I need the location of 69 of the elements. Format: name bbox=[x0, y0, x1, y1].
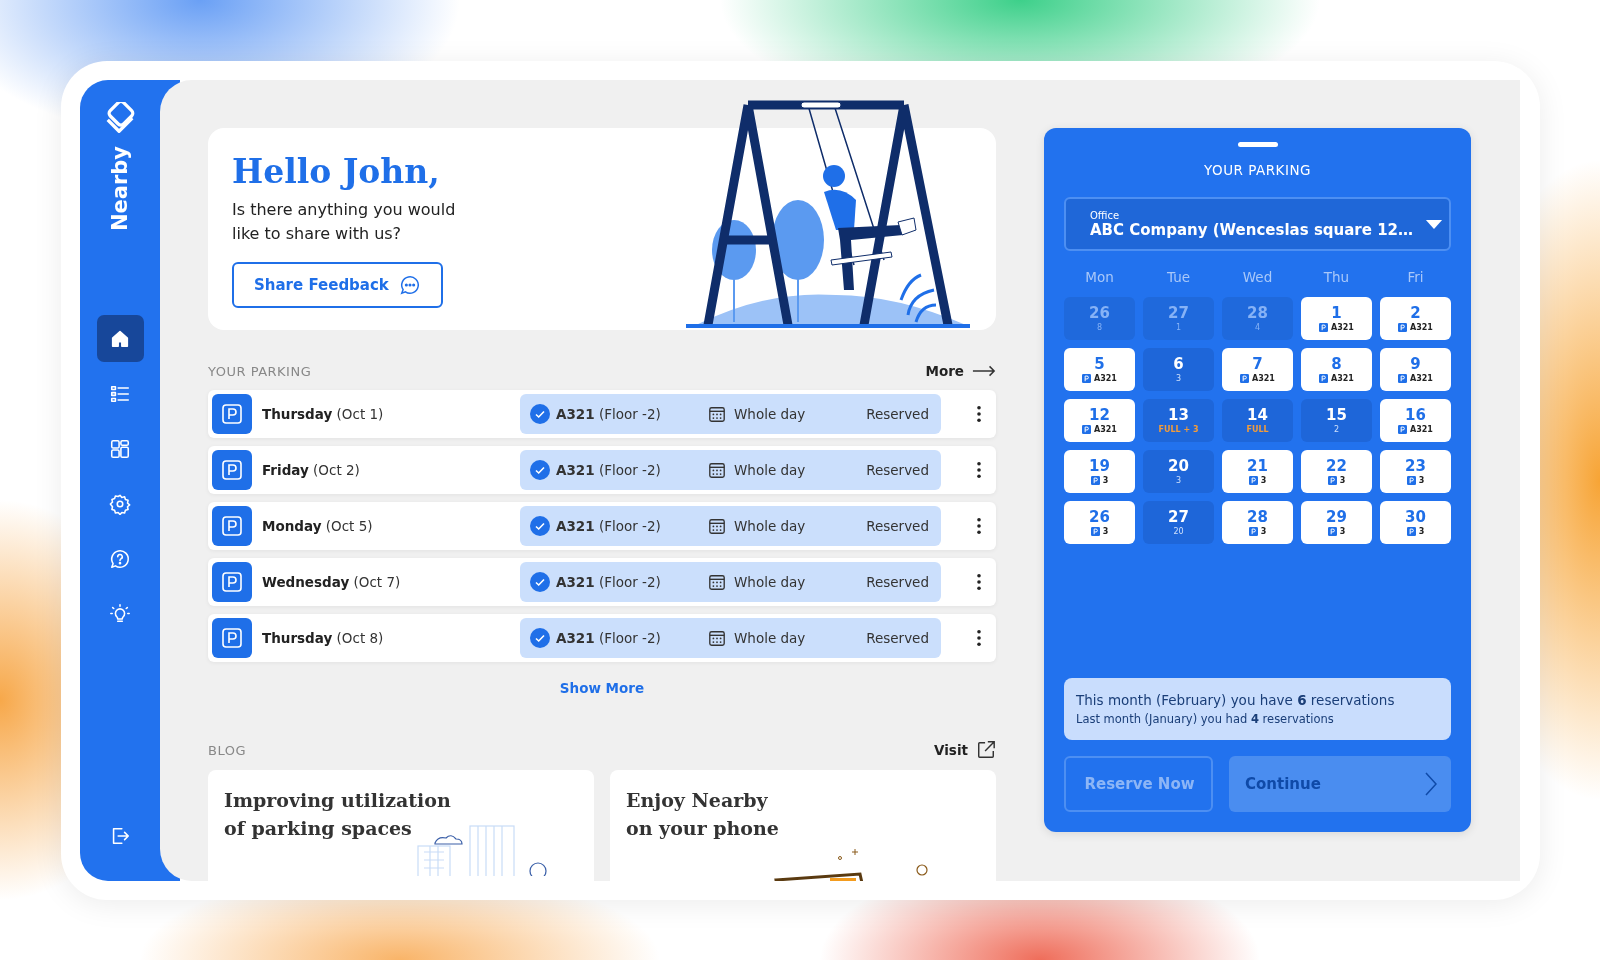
weekday-label: Tue bbox=[1165, 269, 1192, 285]
spot-label: A321 (Floor -2) bbox=[556, 518, 662, 534]
calendar-day[interactable]: 23 3 bbox=[1380, 450, 1451, 493]
calendar-day[interactable]: 30 3 bbox=[1380, 501, 1451, 544]
calendar-day[interactable]: 12 A321 bbox=[1064, 399, 1135, 442]
duration-label: Whole day bbox=[734, 518, 806, 534]
calendar-day[interactable]: 7 A321 bbox=[1222, 348, 1293, 391]
weekday-label: Mon bbox=[1084, 269, 1115, 285]
parking-row[interactable]: Monday (Oct 5) A321 (Floor -2) Whole day Reserved bbox=[208, 502, 996, 550]
reservation-date: Friday (Oct 2) bbox=[262, 462, 361, 478]
blog-card[interactable]: Improving utilization of parking spaces bbox=[208, 770, 594, 881]
app-logo: Nearby bbox=[108, 146, 132, 232]
calendar-day[interactable]: 1 A321 bbox=[1301, 297, 1372, 340]
spot-label: A321 (Floor -2) bbox=[556, 406, 662, 422]
spot-label: A321 (Floor -2) bbox=[556, 630, 662, 646]
greeting-title: Hello John, bbox=[232, 151, 441, 193]
status-label: Reserved bbox=[866, 406, 929, 422]
parking-row[interactable]: Thursday (Oct 8) A321 (Floor -2) Whole day Reserved bbox=[208, 614, 996, 662]
calendar-day[interactable]: 15 2 bbox=[1301, 399, 1372, 442]
calendar-day[interactable]: 26 3 bbox=[1064, 501, 1135, 544]
panel-title: YOUR PARKING bbox=[1204, 162, 1311, 178]
calendar-day[interactable]: 5 A321 bbox=[1064, 348, 1135, 391]
duration-label: Whole day bbox=[734, 406, 806, 422]
spot-label: A321 (Floor -2) bbox=[556, 574, 662, 590]
calendar-day[interactable]: 16 A321 bbox=[1380, 399, 1451, 442]
greeting-message: Is there anything you would like to share with us? bbox=[232, 199, 457, 245]
weekday-label: Fri bbox=[1406, 269, 1425, 285]
summary-text: This month (February) you have 6 reservations bbox=[1076, 692, 1396, 708]
calendar-day[interactable]: 21 3 bbox=[1222, 450, 1293, 493]
parking-row[interactable]: Friday (Oct 2) A321 (Floor -2) Whole day Reserved bbox=[208, 446, 996, 494]
status-label: Reserved bbox=[866, 574, 929, 590]
office-select[interactable]: Office ABC Company (Wenceslas square 12… bbox=[1064, 197, 1451, 251]
blog-title: Enjoy Nearby on your phone bbox=[626, 788, 779, 841]
calendar-day[interactable]: 6 3 bbox=[1143, 348, 1214, 391]
calendar-day[interactable]: 20 3 bbox=[1143, 450, 1214, 493]
duration-label: Whole day bbox=[734, 630, 806, 646]
calendar-day[interactable]: 13 FULL + 3 bbox=[1143, 399, 1214, 442]
calendar-day[interactable]: 8 A321 bbox=[1301, 348, 1372, 391]
spot-label: A321 (Floor -2) bbox=[556, 462, 662, 478]
calendar-day[interactable]: 19 3 bbox=[1064, 450, 1135, 493]
visit-link[interactable]: Visit bbox=[934, 740, 996, 760]
calendar-day[interactable]: 28 3 bbox=[1222, 501, 1293, 544]
share-feedback-button[interactable]: Share Feedback bbox=[232, 262, 443, 308]
more-link[interactable]: More bbox=[925, 363, 996, 379]
parking-row[interactable]: Wednesday (Oct 7) A321 (Floor -2) Whole day Reserved bbox=[208, 558, 996, 606]
section-heading: BLOG bbox=[208, 742, 246, 758]
calendar-day[interactable]: 2 A321 bbox=[1380, 297, 1451, 340]
status-label: Reserved bbox=[866, 462, 929, 478]
duration-label: Whole day bbox=[734, 574, 806, 590]
calendar-day[interactable]: 27 20 bbox=[1143, 501, 1214, 544]
reservation-date: Wednesday (Oct 7) bbox=[262, 574, 402, 590]
weekday-label: Thu bbox=[1322, 269, 1351, 285]
show-more-link[interactable]: Show More bbox=[559, 680, 645, 696]
calendar-day[interactable]: 22 3 bbox=[1301, 450, 1372, 493]
status-label: Reserved bbox=[866, 518, 929, 534]
reservation-date: Thursday (Oct 8) bbox=[262, 630, 385, 646]
status-label: Reserved bbox=[866, 630, 929, 646]
reservation-date: Monday (Oct 5) bbox=[262, 518, 374, 534]
summary-text: Last month (January) you had 4 reservations bbox=[1076, 712, 1335, 726]
section-heading: YOUR PARKING bbox=[208, 363, 312, 379]
parking-row[interactable]: Thursday (Oct 1) A321 (Floor -2) Whole day Reserved bbox=[208, 390, 996, 438]
duration-label: Whole day bbox=[734, 462, 806, 478]
calendar-day[interactable]: 14 FULL bbox=[1222, 399, 1293, 442]
calendar-day[interactable]: 9 A321 bbox=[1380, 348, 1451, 391]
reservation-date: Thursday (Oct 1) bbox=[262, 406, 385, 422]
blog-title: Improving utilization of parking spaces bbox=[224, 788, 451, 841]
blog-card[interactable]: Enjoy Nearby on your phone bbox=[610, 770, 996, 881]
weekday-label: Wed bbox=[1241, 269, 1274, 285]
calendar-day[interactable]: 29 3 bbox=[1301, 501, 1372, 544]
